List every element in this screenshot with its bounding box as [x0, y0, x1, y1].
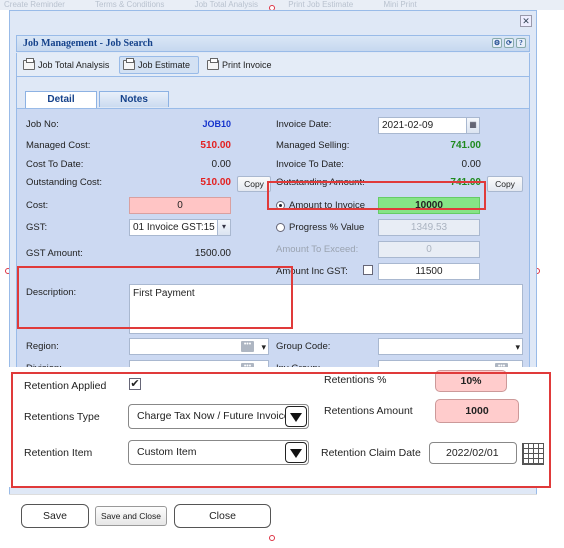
- amount-to-exceed-input: 0: [378, 241, 480, 258]
- highlight-description: [17, 266, 293, 329]
- chevron-down-icon[interactable]: ▾: [217, 220, 230, 235]
- progress-value-radio[interactable]: [276, 223, 285, 232]
- copy-cost-button[interactable]: Copy: [237, 176, 271, 192]
- button-label: Job Total Analysis: [38, 60, 110, 70]
- outstanding-cost-value: 510.00: [200, 177, 231, 188]
- group-code-label: Group Code:: [276, 341, 331, 352]
- chevron-down-icon[interactable]: ▾: [515, 340, 520, 355]
- highlight-retention-section: [11, 372, 551, 488]
- progress-value-label: Progress % Value: [289, 222, 365, 233]
- outstanding-cost-label: Outstanding Cost:: [26, 177, 103, 188]
- resize-handle-bottom[interactable]: [269, 535, 275, 541]
- region-label: Region:: [26, 341, 59, 352]
- bg-item: Terms & Conditions: [95, 0, 165, 9]
- gear-icon[interactable]: ⚙: [492, 38, 502, 48]
- toolbar: Job Total Analysis Job Estimate Print In…: [16, 53, 530, 77]
- save-and-close-button[interactable]: Save and Close: [95, 506, 167, 526]
- progress-value-input: 1349.53: [378, 219, 480, 236]
- help-icon[interactable]: ?: [516, 38, 526, 48]
- job-total-analysis-button[interactable]: Job Total Analysis: [19, 56, 115, 74]
- more-icon[interactable]: •••: [241, 341, 254, 352]
- job-no-value: JOB10: [202, 119, 231, 129]
- printer-icon: [123, 58, 135, 70]
- cost-label: Cost:: [26, 200, 49, 211]
- invoice-to-date-value: 0.00: [461, 159, 481, 170]
- tab-detail[interactable]: Detail: [25, 91, 97, 108]
- gst-amount-value: 1500.00: [194, 248, 231, 259]
- print-invoice-button[interactable]: Print Invoice: [203, 56, 283, 74]
- gst-select-value: 01 Invoice GST:15: [133, 222, 215, 233]
- button-label: Job Estimate: [138, 60, 191, 70]
- close-button[interactable]: Close: [174, 504, 271, 528]
- amount-inc-gst-input[interactable]: 11500: [378, 263, 480, 280]
- group-code-select[interactable]: ▾: [378, 338, 523, 355]
- printer-icon: [23, 58, 35, 70]
- invoice-date-input[interactable]: 2021-02-09 ▦: [378, 117, 480, 134]
- managed-selling-value: 741.00: [450, 140, 481, 151]
- calendar-icon[interactable]: ▦: [466, 118, 479, 133]
- job-no-label: Job No:: [26, 119, 59, 130]
- background-toolbar: Create Reminder Terms & Conditions Job T…: [0, 0, 564, 10]
- detail-form: Job No: JOB10 Managed Cost: 510.00 Cost …: [16, 108, 530, 377]
- managed-selling-label: Managed Selling:: [276, 140, 350, 151]
- gst-select[interactable]: 01 Invoice GST:15 ▾: [129, 219, 231, 236]
- refresh-icon[interactable]: ⟳: [504, 38, 514, 48]
- gst-label: GST:: [26, 222, 48, 233]
- close-icon[interactable]: ✕: [520, 15, 532, 27]
- amount-to-exceed-label: Amount To Exceed:: [276, 244, 359, 255]
- bg-item: Print Job Estimate: [288, 0, 354, 9]
- panel-header: Job Management - Job Search ⚙ ⟳ ?: [16, 35, 530, 52]
- bg-item: Job Total Analysis: [194, 0, 259, 9]
- tab-notes[interactable]: Notes: [99, 91, 169, 107]
- invoice-date-value: 2021-02-09: [382, 120, 434, 131]
- button-bar: Save Save and Close Close: [9, 494, 537, 535]
- invoice-date-label: Invoice Date:: [276, 119, 332, 130]
- copy-amount-button[interactable]: Copy: [487, 176, 523, 192]
- managed-cost-value: 510.00: [200, 140, 231, 151]
- cost-to-date-value: 0.00: [211, 159, 231, 170]
- save-button[interactable]: Save: [21, 504, 89, 528]
- highlight-amount-to-invoice: [267, 181, 486, 210]
- amount-inc-gst-checkbox[interactable]: [363, 265, 373, 275]
- bg-item: Mini Print: [383, 0, 417, 9]
- region-select[interactable]: ••• ▾: [129, 338, 269, 355]
- gst-amount-label: GST Amount:: [26, 248, 83, 259]
- tab-strip: Detail Notes: [16, 77, 530, 109]
- managed-cost-label: Managed Cost:: [26, 140, 91, 151]
- invoice-to-date-label: Invoice To Date:: [276, 159, 344, 170]
- job-estimate-button[interactable]: Job Estimate: [119, 56, 199, 74]
- cost-to-date-label: Cost To Date:: [26, 159, 84, 170]
- bg-item: Create Reminder: [4, 0, 65, 9]
- chevron-down-icon[interactable]: ▾: [261, 340, 266, 355]
- button-label: Print Invoice: [222, 60, 272, 70]
- printer-icon: [207, 58, 219, 70]
- panel-title: Job Management - Job Search: [23, 38, 153, 49]
- cost-input[interactable]: 0: [129, 197, 231, 214]
